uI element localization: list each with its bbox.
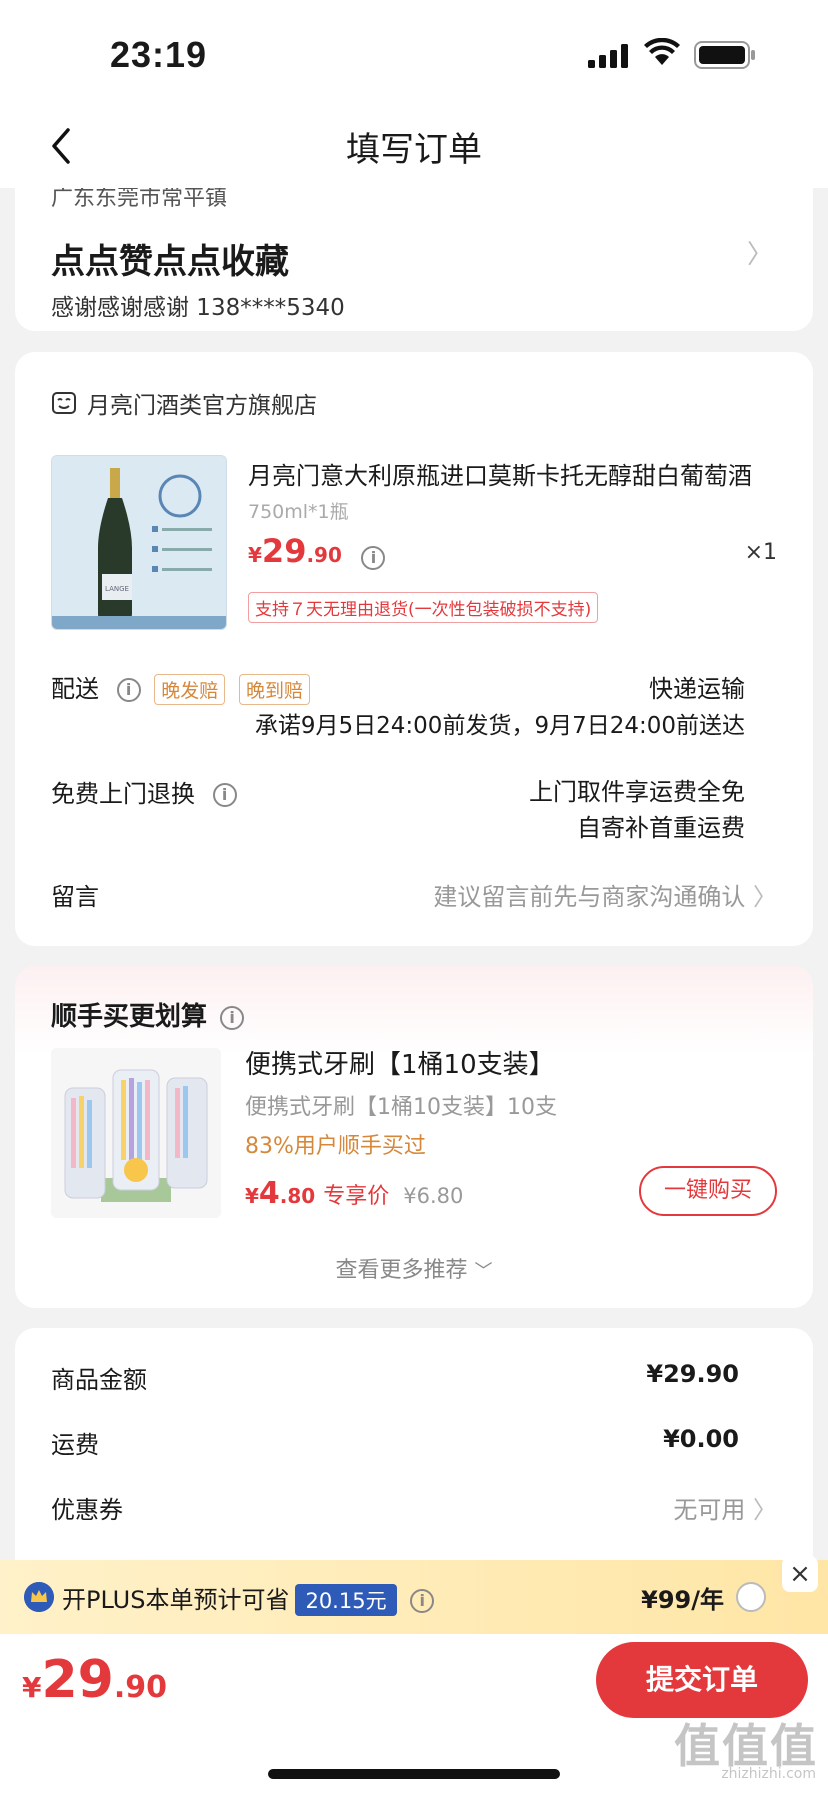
total-currency: ¥ bbox=[22, 1671, 42, 1704]
svg-text:LANGE: LANGE bbox=[105, 585, 129, 593]
delivery-row: 配送 i 晚发赔 晚到赔 bbox=[51, 669, 310, 705]
chevron-right-icon: 〉 bbox=[753, 883, 777, 911]
wine-bottle-illustration: LANGE bbox=[52, 456, 226, 629]
chevron-right-icon: 〉 bbox=[746, 240, 773, 270]
recommend-product-name[interactable]: 便携式牙刷【1桶10支装】 bbox=[245, 1044, 555, 1081]
price-currency: ¥ bbox=[248, 543, 262, 567]
recommend-card: 顺手买更划算 i 便携式牙刷【1桶10支装】 便携式牙刷【1桶10支装】10支 … bbox=[15, 966, 813, 1308]
more-recommend-link[interactable]: 查看更多推荐 ﹀ bbox=[15, 1252, 813, 1284]
product-quantity: ×1 bbox=[744, 540, 777, 565]
plus-label: 开PLUS本单预计可省 bbox=[62, 1586, 290, 1614]
product-price: ¥29.90 i bbox=[248, 532, 386, 570]
plus-select-radio[interactable] bbox=[736, 1582, 766, 1612]
coupon-value: 无可用 bbox=[673, 1496, 746, 1524]
original-price: ¥6.80 bbox=[403, 1184, 464, 1208]
price-decimal: .90 bbox=[306, 543, 342, 567]
coupon-label: 优惠券 bbox=[51, 1496, 123, 1524]
shipping-value: ¥0.00 bbox=[663, 1425, 739, 1453]
delivery-promise: 承诺9月5日24:00前发货，9月7日24:00前送达 bbox=[254, 713, 745, 739]
late-arrive-badge: 晚到赔 bbox=[238, 674, 310, 705]
product-image[interactable]: LANGE bbox=[51, 455, 227, 630]
signal-icon bbox=[588, 44, 628, 68]
toothbrush-illustration bbox=[51, 1048, 221, 1218]
crown-icon bbox=[24, 1582, 54, 1612]
shipping-label: 运费 bbox=[51, 1431, 99, 1459]
wifi-icon bbox=[644, 38, 680, 65]
total-integer: 29 bbox=[41, 1650, 114, 1710]
toothbrush-image[interactable] bbox=[51, 1048, 221, 1218]
shop-icon bbox=[52, 392, 76, 414]
recommend-title-text: 顺手买更划算 bbox=[51, 1002, 208, 1032]
battery-icon bbox=[694, 41, 755, 69]
recommend-price: ¥4.80 专享价 ¥6.80 bbox=[245, 1176, 463, 1211]
address-card[interactable]: 广东东莞市常平镇 点点赞点点收藏 〉 感谢感谢感谢 138****5340 bbox=[15, 188, 813, 331]
exchange-line1: 上门取件享运费全免 bbox=[529, 778, 745, 806]
plus-promo-bar[interactable]: 开PLUS本单预计可省 20.15元 i ¥99/年 × bbox=[0, 1556, 828, 1634]
info-icon[interactable]: i bbox=[220, 1005, 245, 1030]
more-recommend-label: 查看更多推荐 bbox=[335, 1258, 468, 1283]
product-spec: 750ml*1瓶 bbox=[248, 501, 349, 523]
price-integer: 4 bbox=[258, 1176, 280, 1211]
chevron-right-icon: 〉 bbox=[753, 1496, 777, 1524]
watermark-site: zhizhizhi.com bbox=[721, 1766, 816, 1782]
product-title[interactable]: 月亮门意大利原瓶进口莫斯卡托无醇甜白葡萄酒 bbox=[248, 456, 778, 491]
info-icon[interactable]: i bbox=[361, 545, 386, 570]
message-label: 留言 bbox=[51, 883, 99, 911]
message-placeholder: 建议留言前先与商家沟通确认 bbox=[433, 883, 746, 911]
address-contact: 感谢感谢感谢 138****5340 bbox=[51, 295, 345, 321]
goods-amount-label: 商品金额 bbox=[51, 1366, 147, 1394]
exchange-line2: 自寄补首重运费 bbox=[577, 814, 745, 842]
price-integer: 29 bbox=[261, 532, 307, 570]
delivery-label: 配送 bbox=[51, 675, 99, 703]
home-indicator[interactable] bbox=[268, 1769, 560, 1779]
late-ship-badge: 晚发赔 bbox=[154, 674, 226, 705]
plus-price: ¥99/年 bbox=[641, 1586, 724, 1614]
chevron-down-icon: ﹀ bbox=[474, 1261, 493, 1282]
plus-save-amount: 20.15元 bbox=[295, 1584, 397, 1616]
status-time: 23:19 bbox=[110, 34, 208, 75]
message-field[interactable]: 建议留言前先与商家沟通确认 〉 bbox=[433, 877, 777, 912]
address-region: 广东东莞市常平镇 bbox=[51, 188, 228, 211]
return-policy-tag: 支持７天无理由退货(一次性包装破损不支持) bbox=[248, 592, 599, 623]
exclusive-price-tag: 专享价 bbox=[323, 1184, 390, 1209]
coupon-row[interactable]: 无可用 〉 bbox=[673, 1490, 777, 1525]
recommend-title: 顺手买更划算 i bbox=[51, 996, 245, 1033]
shop-card: 月亮门酒类官方旗舰店 LANGE 月亮门意大利原瓶进口莫斯卡托无醇甜白葡萄酒 7… bbox=[15, 352, 813, 946]
info-icon[interactable]: i bbox=[212, 783, 237, 807]
address-name: 点点赞点点收藏 bbox=[51, 242, 289, 282]
price-currency: ¥ bbox=[245, 1184, 259, 1208]
exchange-row: 免费上门退换 i bbox=[51, 774, 237, 809]
page-title: 填写订单 bbox=[346, 130, 482, 170]
order-total: ¥29.90 bbox=[22, 1650, 167, 1710]
info-icon[interactable]: i bbox=[116, 678, 141, 702]
nav-bar: 填写订单 bbox=[0, 100, 828, 188]
exchange-label: 免费上门退换 bbox=[51, 780, 195, 808]
plus-text: 开PLUS本单预计可省 20.15元 i bbox=[62, 1580, 435, 1616]
status-bar: 23:19 bbox=[0, 0, 828, 100]
info-icon[interactable]: i bbox=[410, 1589, 435, 1613]
recommend-product-sub: 便携式牙刷【1桶10支装】10支 bbox=[245, 1095, 557, 1120]
close-icon[interactable]: × bbox=[782, 1556, 818, 1592]
one-click-buy-button[interactable]: 一键购买 bbox=[639, 1166, 777, 1216]
goods-amount-value: ¥29.90 bbox=[646, 1360, 739, 1388]
total-decimal: .90 bbox=[113, 1670, 168, 1705]
summary-card: 商品金额 ¥29.90 运费 ¥0.00 优惠券 无可用 〉 bbox=[15, 1328, 813, 1588]
delivery-method[interactable]: 快递运输 bbox=[649, 669, 745, 704]
recommend-bought-rate: 83%用户顺手买过 bbox=[245, 1134, 426, 1159]
submit-order-button[interactable]: 提交订单 bbox=[596, 1642, 808, 1718]
shop-name[interactable]: 月亮门酒类官方旗舰店 bbox=[87, 386, 317, 420]
price-decimal: .80 bbox=[279, 1184, 316, 1208]
